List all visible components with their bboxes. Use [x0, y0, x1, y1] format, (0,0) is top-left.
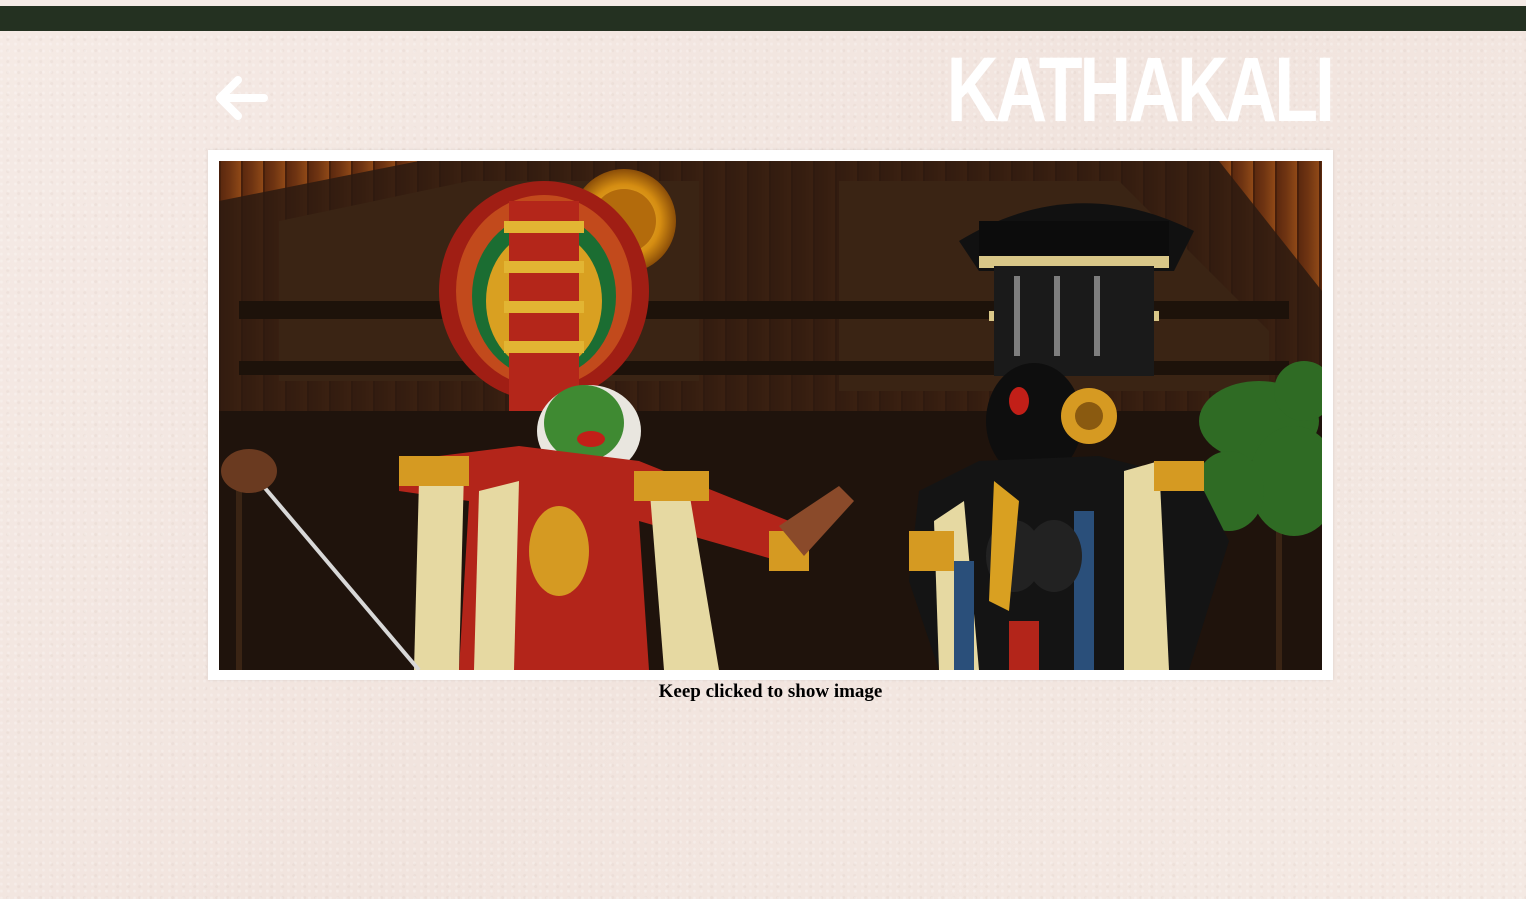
photo-image — [219, 161, 1322, 670]
top-bar — [0, 6, 1526, 31]
kathakali-photo[interactable] — [219, 161, 1322, 670]
arrow-left-icon — [216, 76, 268, 120]
page-title: KATHAKALI — [946, 39, 1335, 141]
caption: Keep clicked to show image — [658, 681, 883, 702]
photo-frame — [208, 150, 1333, 680]
back-button[interactable] — [216, 76, 270, 120]
